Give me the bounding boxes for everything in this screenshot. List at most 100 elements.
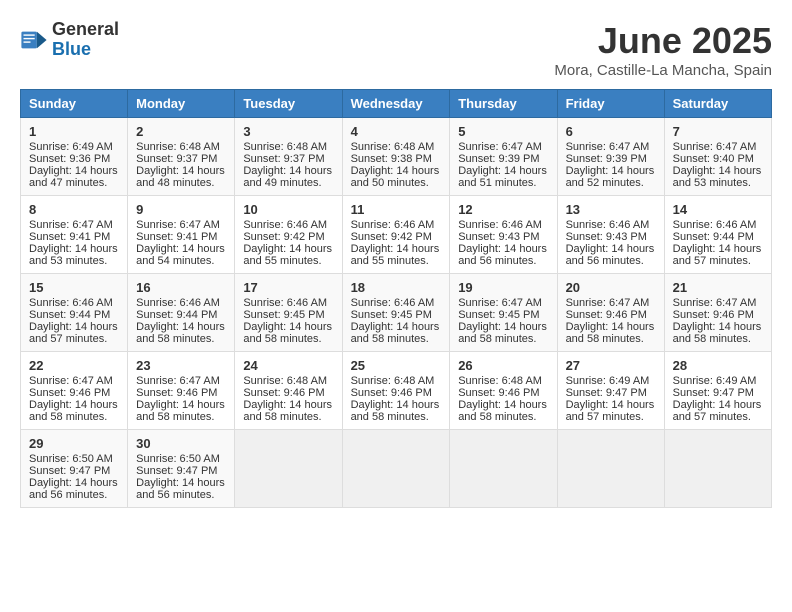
- calendar-cell: 5 Sunrise: 6:47 AMSunset: 9:39 PMDaylight…: [450, 118, 557, 196]
- day-info: Sunrise: 6:47 AM: [29, 219, 119, 231]
- day-info: and 57 minutes.: [566, 411, 656, 423]
- day-info: Daylight: 14 hours: [29, 399, 119, 411]
- day-info: Sunset: 9:39 PM: [566, 153, 656, 165]
- day-info: and 57 minutes.: [673, 255, 763, 267]
- calendar-week-1: 1Sunrise: 6:49 AMSunset: 9:36 PMDaylight…: [21, 118, 772, 196]
- day-info: Sunrise: 6:47 AM: [673, 297, 763, 309]
- day-info: Daylight: 14 hours: [136, 399, 226, 411]
- day-info: Sunset: 9:46 PM: [136, 387, 226, 399]
- day-info: Sunset: 9:46 PM: [673, 309, 763, 321]
- day-info: Sunrise: 6:50 AM: [136, 453, 226, 465]
- calendar-cell: 18Sunrise: 6:46 AMSunset: 9:45 PMDayligh…: [342, 274, 450, 352]
- day-info: Sunrise: 6:47 AM: [566, 141, 656, 153]
- day-number: 4: [351, 124, 442, 139]
- day-info: Sunset: 9:47 PM: [566, 387, 656, 399]
- calendar-cell: 28Sunrise: 6:49 AMSunset: 9:47 PMDayligh…: [664, 352, 771, 430]
- day-info: Daylight: 14 hours: [566, 399, 656, 411]
- day-info: Sunset: 9:44 PM: [673, 231, 763, 243]
- day-info: and 55 minutes.: [243, 255, 333, 267]
- calendar-cell: 12Sunrise: 6:46 AMSunset: 9:43 PMDayligh…: [450, 196, 557, 274]
- day-info: Daylight: 14 hours: [351, 399, 442, 411]
- day-info: Sunset: 9:44 PM: [29, 309, 119, 321]
- calendar-cell: 16Sunrise: 6:46 AMSunset: 9:44 PMDayligh…: [128, 274, 235, 352]
- day-info: Daylight: 14 hours: [243, 321, 333, 333]
- calendar-cell: 29Sunrise: 6:50 AMSunset: 9:47 PMDayligh…: [21, 430, 128, 508]
- day-info: and 58 minutes.: [351, 333, 442, 345]
- day-info: Sunset: 9:43 PM: [566, 231, 656, 243]
- logo-icon: [20, 26, 48, 54]
- day-info: Sunrise: 6:48 AM: [243, 375, 333, 387]
- day-info: and 58 minutes.: [243, 333, 333, 345]
- day-info: Sunset: 9:42 PM: [351, 231, 442, 243]
- day-info: Sunrise: 6:46 AM: [566, 219, 656, 231]
- day-info: Sunrise: 6:46 AM: [243, 297, 333, 309]
- calendar-cell: 26Sunrise: 6:48 AMSunset: 9:46 PMDayligh…: [450, 352, 557, 430]
- day-info: and 58 minutes.: [243, 411, 333, 423]
- day-info: Sunrise: 6:49 AM: [566, 375, 656, 387]
- day-info: Sunset: 9:39 PM: [458, 153, 548, 165]
- day-info: and 58 minutes.: [136, 411, 226, 423]
- day-info: Daylight: 14 hours: [136, 321, 226, 333]
- day-info: Daylight: 14 hours: [458, 165, 548, 177]
- day-info: Daylight: 14 hours: [29, 243, 119, 255]
- day-info: Daylight: 14 hours: [351, 243, 442, 255]
- calendar-cell: 4Sunrise: 6:48 AMSunset: 9:38 PMDaylight…: [342, 118, 450, 196]
- day-info: Daylight: 14 hours: [673, 243, 763, 255]
- day-number: 5: [458, 124, 548, 139]
- day-info: Sunrise: 6:47 AM: [458, 141, 548, 153]
- day-info: and 52 minutes.: [566, 177, 656, 189]
- day-info: and 58 minutes.: [458, 411, 548, 423]
- day-info: and 54 minutes.: [136, 255, 226, 267]
- calendar-cell: 1Sunrise: 6:49 AMSunset: 9:36 PMDaylight…: [21, 118, 128, 196]
- day-info: Sunset: 9:46 PM: [29, 387, 119, 399]
- day-info: and 51 minutes.: [458, 177, 548, 189]
- calendar-header-row: SundayMondayTuesdayWednesdayThursdayFrid…: [21, 90, 772, 118]
- day-info: Sunset: 9:46 PM: [243, 387, 333, 399]
- calendar-cell: [450, 430, 557, 508]
- calendar-cell: 2Sunrise: 6:48 AMSunset: 9:37 PMDaylight…: [128, 118, 235, 196]
- day-info: Sunrise: 6:50 AM: [29, 453, 119, 465]
- day-info: and 56 minutes.: [458, 255, 548, 267]
- day-number: 11: [351, 202, 442, 217]
- day-info: Daylight: 14 hours: [136, 243, 226, 255]
- day-info: Sunrise: 6:49 AM: [673, 375, 763, 387]
- day-info: Daylight: 14 hours: [29, 477, 119, 489]
- day-info: and 58 minutes.: [458, 333, 548, 345]
- calendar-cell: 30Sunrise: 6:50 AMSunset: 9:47 PMDayligh…: [128, 430, 235, 508]
- day-info: Sunset: 9:46 PM: [566, 309, 656, 321]
- calendar-cell: 6Sunrise: 6:47 AMSunset: 9:39 PMDaylight…: [557, 118, 664, 196]
- day-info: Daylight: 14 hours: [351, 165, 442, 177]
- day-number: 15: [29, 280, 119, 295]
- day-info: Daylight: 14 hours: [243, 399, 333, 411]
- day-number: 20: [566, 280, 656, 295]
- day-info: Daylight: 14 hours: [673, 165, 763, 177]
- day-info: Sunrise: 6:46 AM: [243, 219, 333, 231]
- calendar-cell: 14Sunrise: 6:46 AMSunset: 9:44 PMDayligh…: [664, 196, 771, 274]
- day-number: 16: [136, 280, 226, 295]
- calendar-cell: 24Sunrise: 6:48 AMSunset: 9:46 PMDayligh…: [235, 352, 342, 430]
- day-number: 18: [351, 280, 442, 295]
- day-number: 21: [673, 280, 763, 295]
- day-info: and 56 minutes.: [29, 489, 119, 501]
- day-info: Daylight: 14 hours: [136, 165, 226, 177]
- day-number: 6: [566, 124, 656, 139]
- day-info: and 53 minutes.: [673, 177, 763, 189]
- day-info: Sunset: 9:41 PM: [29, 231, 119, 243]
- day-info: Daylight: 14 hours: [566, 243, 656, 255]
- day-number: 17: [243, 280, 333, 295]
- day-info: Sunset: 9:43 PM: [458, 231, 548, 243]
- day-info: Sunrise: 6:48 AM: [243, 141, 333, 153]
- day-number: 10: [243, 202, 333, 217]
- calendar-cell: 15Sunrise: 6:46 AMSunset: 9:44 PMDayligh…: [21, 274, 128, 352]
- day-number: 28: [673, 358, 763, 373]
- day-info: Daylight: 14 hours: [458, 399, 548, 411]
- day-info: Sunset: 9:42 PM: [243, 231, 333, 243]
- calendar-cell: [342, 430, 450, 508]
- calendar-cell: 21Sunrise: 6:47 AMSunset: 9:46 PMDayligh…: [664, 274, 771, 352]
- day-number: 27: [566, 358, 656, 373]
- day-info: Daylight: 14 hours: [566, 321, 656, 333]
- day-info: Sunset: 9:47 PM: [29, 465, 119, 477]
- day-info: Daylight: 14 hours: [243, 243, 333, 255]
- day-info: and 56 minutes.: [136, 489, 226, 501]
- day-info: and 48 minutes.: [136, 177, 226, 189]
